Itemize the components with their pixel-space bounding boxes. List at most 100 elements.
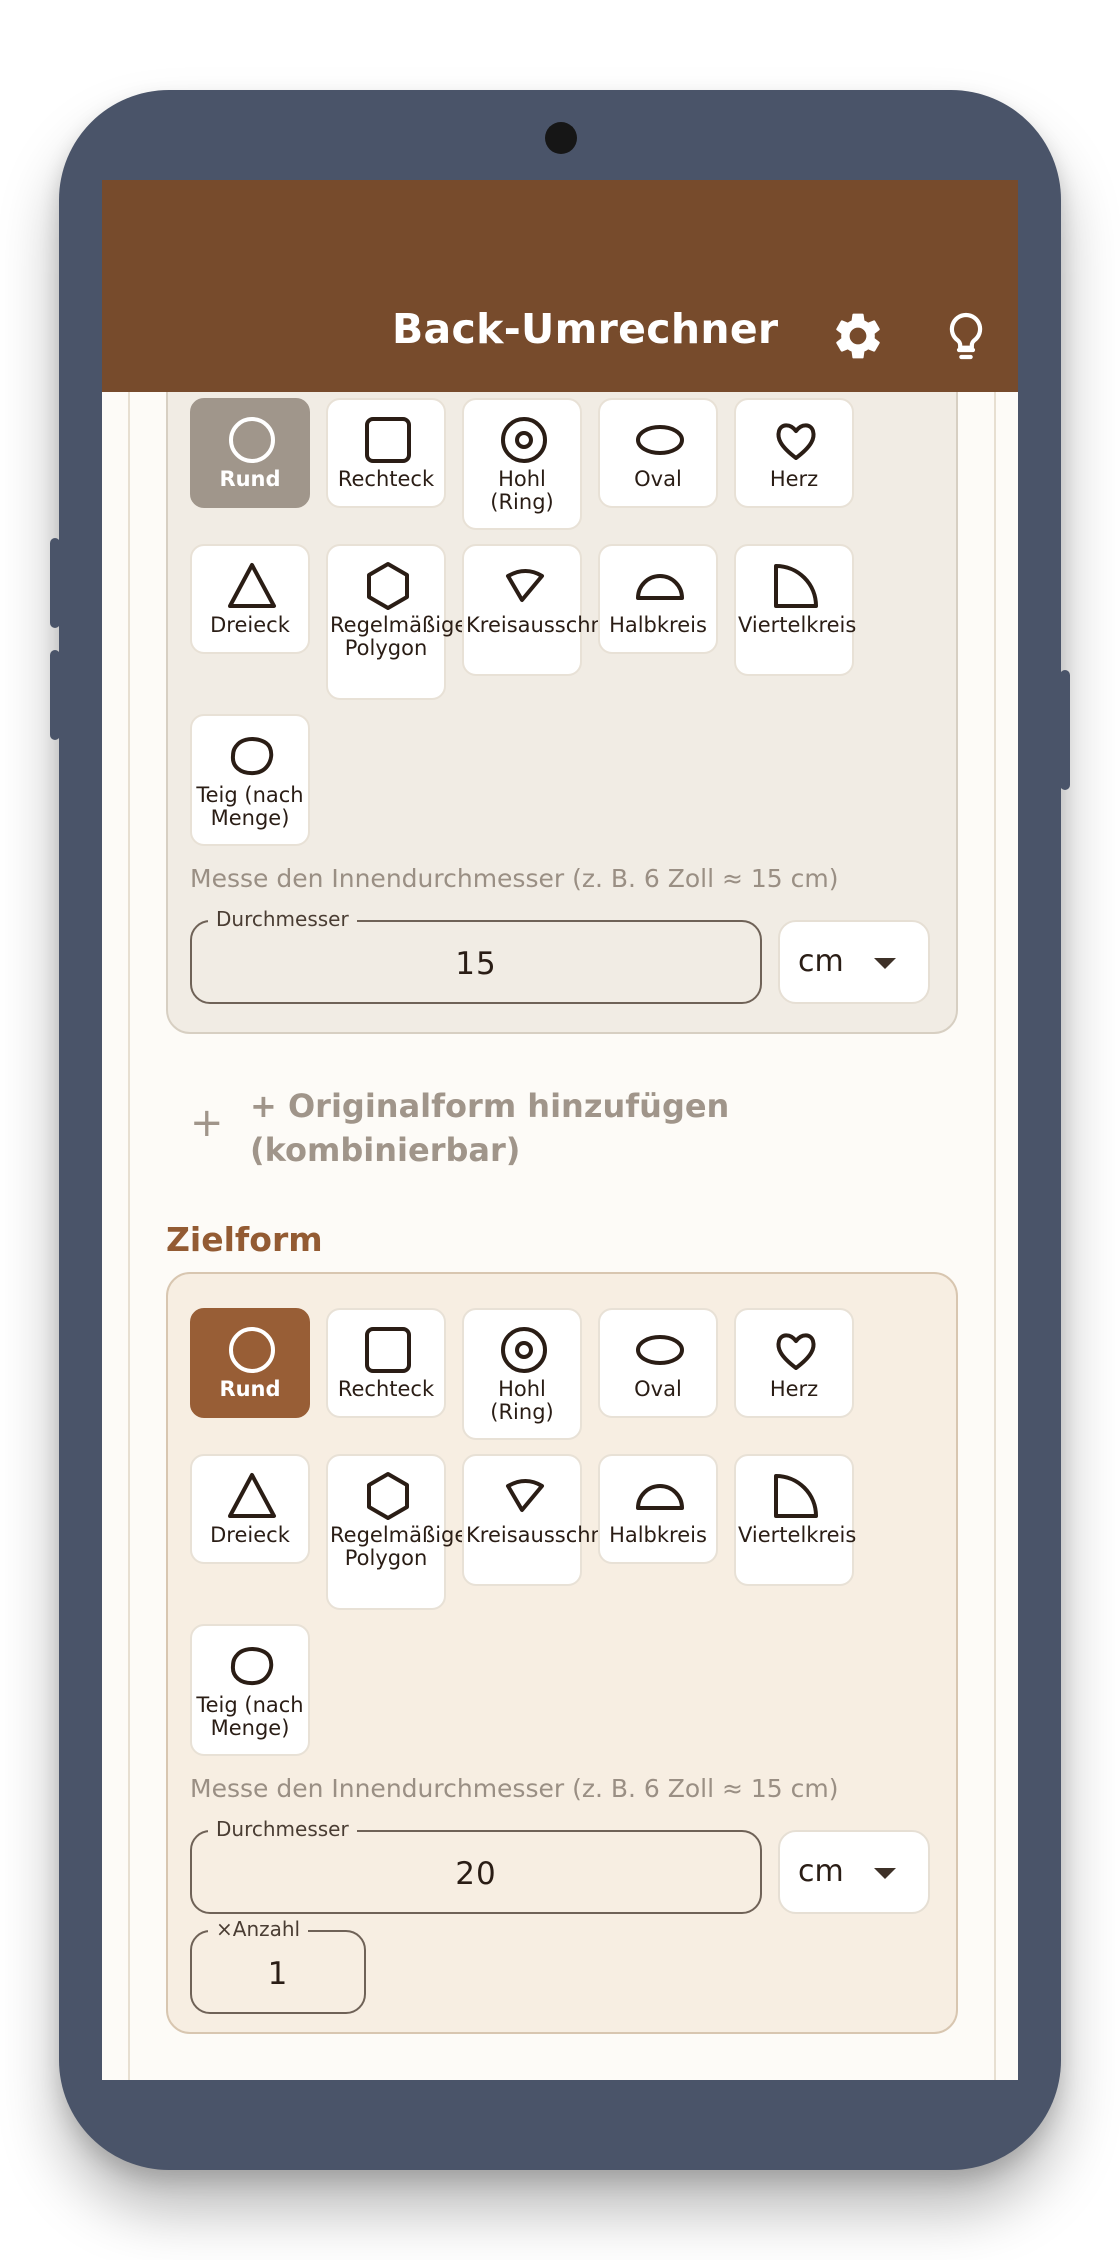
count-value: 1 (267, 1956, 289, 1992)
shape-label: Hohl (Ring) (490, 467, 554, 514)
shape-tile-herz[interactable]: Herz (734, 1308, 854, 1418)
chevron-down-icon (874, 958, 896, 969)
shape-label: Rechteck (337, 467, 435, 491)
shape-label: Teig (nach Menge) (196, 1693, 304, 1740)
plus-icon: + (190, 1100, 224, 1146)
triangle-icon (228, 1473, 276, 1518)
measure-hint: Messe den Innendurchmesser (z. B. 6 Zoll… (190, 1774, 839, 1803)
shape-tile-rund[interactable]: Rund (190, 1308, 310, 1418)
quarter-circle-icon (774, 1474, 818, 1518)
count-input[interactable]: ×Anzahl 1 (190, 1917, 366, 2014)
dough-icon (230, 1647, 274, 1686)
shape-tile-dreieck[interactable]: Dreieck (190, 1454, 310, 1564)
shape-label: Viertelkreis (738, 1523, 857, 1547)
app-bar: Back-Umrechner (102, 180, 1018, 392)
shape-tile-teig[interactable]: Teig (nach Menge) (190, 1624, 310, 1756)
dough-icon (230, 737, 274, 776)
diameter-label: Durchmesser (208, 907, 357, 931)
target-section-title: Zielform (166, 1220, 323, 1259)
shape-tile-kreisausschnitt[interactable]: Kreisausschnitt (462, 1454, 627, 1586)
shape-label: Viertelkreis (738, 613, 857, 637)
shape-tile-viertelkreis[interactable]: Viertelkreis (734, 544, 857, 676)
app-title: Back-Umrechner (392, 305, 779, 353)
diameter-input[interactable]: Durchmesser 20 (190, 1817, 762, 1914)
shape-label: Halbkreis (609, 1523, 707, 1547)
heart-icon (776, 1333, 816, 1370)
gear-icon (836, 313, 880, 359)
ring-icon (501, 1327, 547, 1373)
shape-label: Regelmäßiges Polygon (330, 613, 479, 660)
shape-label: Oval (634, 467, 682, 491)
measure-hint: Messe den Innendurchmesser (z. B. 6 Zoll… (190, 864, 839, 893)
shape-label: Herz (769, 467, 819, 491)
app-screen: Back-Umrechner Rund Rechteck Hohl (Ring)… (102, 180, 1018, 2080)
quarter-circle-icon (774, 564, 818, 608)
shape-label: Rund (219, 467, 281, 491)
square-icon (365, 417, 411, 463)
shape-tile-rechteck[interactable]: Rechteck (326, 1308, 446, 1418)
sector-icon (506, 569, 544, 602)
shape-tile-rund[interactable]: Rund (190, 398, 310, 508)
original-shape-card: Rund Rechteck Hohl (Ring) Oval Herz Drei… (166, 362, 958, 1034)
circle-icon (229, 1327, 275, 1373)
shape-tile-oval[interactable]: Oval (598, 1308, 718, 1418)
volume-up-button (50, 538, 60, 628)
triangle-icon (228, 563, 276, 608)
semicircle-icon (636, 1484, 684, 1510)
unit-select[interactable]: cm (778, 1830, 930, 1914)
shape-tile-oval[interactable]: Oval (598, 398, 718, 508)
diameter-value: 20 (455, 1856, 497, 1892)
shape-tile-kreisausschnitt[interactable]: Kreisausschnitt (462, 544, 627, 676)
shape-label: Rechteck (337, 1377, 435, 1401)
shape-tile-hohl[interactable]: Hohl (Ring) (462, 1308, 582, 1440)
shape-tile-polygon[interactable]: Regelmäßiges Polygon (326, 1454, 479, 1610)
shape-tile-rechteck[interactable]: Rechteck (326, 398, 446, 508)
unit-value: cm (798, 1854, 844, 1889)
shape-label: Teig (nach Menge) (196, 783, 304, 830)
oval-icon (636, 425, 684, 455)
oval-icon (636, 1335, 684, 1365)
shape-label: Halbkreis (609, 613, 707, 637)
ring-icon (501, 417, 547, 463)
diameter-value: 15 (455, 946, 497, 982)
hexagon-icon (367, 562, 409, 610)
chevron-down-icon (874, 1868, 896, 1879)
shape-tile-halbkreis[interactable]: Halbkreis (598, 544, 718, 654)
shape-label: Regelmäßiges Polygon (330, 1523, 479, 1570)
heart-icon (776, 423, 816, 460)
shape-label: Hohl (Ring) (490, 1377, 554, 1424)
shape-tile-polygon[interactable]: Regelmäßiges Polygon (326, 544, 479, 700)
target-shape-card: Rund Rechteck Hohl (Ring) Oval Herz Drei… (166, 1272, 958, 2034)
shape-label: Kreisausschnitt (466, 1523, 627, 1547)
diameter-label: Durchmesser (208, 1817, 357, 1841)
shape-label: Herz (769, 1377, 819, 1401)
semicircle-icon (636, 574, 684, 600)
shape-label: Oval (634, 1377, 682, 1401)
volume-down-button (50, 650, 60, 740)
unit-select[interactable]: cm (778, 920, 930, 1004)
shape-label: Kreisausschnitt (466, 613, 627, 637)
sector-icon (506, 1479, 544, 1512)
shape-tile-herz[interactable]: Herz (734, 398, 854, 508)
shape-label: Dreieck (210, 613, 290, 637)
add-original-label: + Originalform hinzufügen (kombinierbar) (250, 1087, 730, 1169)
square-icon (365, 1327, 411, 1373)
front-camera (545, 122, 577, 154)
shape-tile-dreieck[interactable]: Dreieck (190, 544, 310, 654)
power-button (1060, 670, 1070, 790)
settings-button[interactable] (830, 308, 886, 364)
shape-tile-hohl[interactable]: Hohl (Ring) (462, 398, 582, 530)
shape-label: Dreieck (210, 1523, 290, 1547)
diameter-input[interactable]: Durchmesser 15 (190, 907, 762, 1004)
unit-value: cm (798, 944, 844, 979)
scroll-content[interactable]: Rund Rechteck Hohl (Ring) Oval Herz Drei… (128, 362, 996, 2080)
count-label: ×Anzahl (208, 1917, 309, 1941)
tips-button[interactable] (938, 308, 994, 364)
lightbulb-icon (949, 312, 983, 360)
shape-label: Rund (219, 1377, 281, 1401)
circle-icon (229, 417, 275, 463)
shape-tile-viertelkreis[interactable]: Viertelkreis (734, 1454, 857, 1586)
shape-tile-teig[interactable]: Teig (nach Menge) (190, 714, 310, 846)
shape-tile-halbkreis[interactable]: Halbkreis (598, 1454, 718, 1564)
add-original-shape-button[interactable]: + + Originalform hinzufügen (kombinierba… (190, 1084, 790, 1184)
